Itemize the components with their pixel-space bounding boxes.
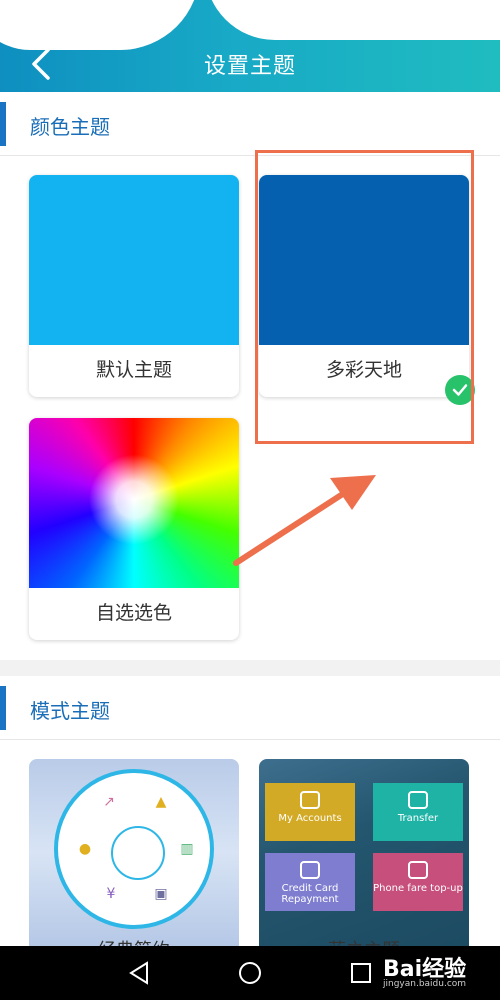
gold-icon: ▲ (155, 794, 167, 810)
section-accent-bar (0, 102, 6, 146)
section-title: 颜色主题 (30, 115, 110, 139)
square-recent-icon (351, 963, 371, 983)
theme-label: 默认主题 (95, 359, 172, 381)
image-icon: ▣ (154, 886, 168, 902)
watermark-url: jingyan.baidu.com (383, 979, 467, 989)
trend-icon: ↗ (103, 794, 115, 810)
search-icon (300, 791, 320, 809)
theme-card-default[interactable]: 默认主题 (29, 175, 239, 397)
app-header: 设置主题 (0, 0, 500, 92)
theme-swatch (29, 175, 239, 345)
section-header: 颜色主题 (0, 92, 500, 156)
theme-card-custom[interactable]: 自选选色 (29, 418, 239, 640)
page-title: 设置主题 (203, 54, 296, 79)
highlight-box (255, 150, 474, 444)
triangle-back-icon (129, 961, 148, 985)
mode-card-blue[interactable]: My Accounts Transfer Credit Card Repayme… (259, 759, 469, 946)
menu-ring-preview: ↗ ▲ ● ▥ ¥ ▣ (54, 769, 214, 929)
tile-transfer: Transfer (373, 783, 463, 841)
transfer-icon (408, 791, 428, 809)
header-decoration (205, 0, 500, 40)
nav-recent-button[interactable] (348, 960, 374, 986)
tile-my-accounts: My Accounts (265, 783, 355, 841)
tile-label: Credit Card Repayment (281, 883, 339, 905)
tile-credit-card: Credit Card Repayment (265, 853, 355, 911)
tile-label: My Accounts (278, 813, 342, 824)
tile-label: Phone fare top-up (373, 883, 463, 894)
card-icon (300, 861, 320, 879)
circle-home-icon (239, 962, 261, 984)
phone-icon (408, 861, 428, 879)
section-header: 模式主题 (0, 676, 500, 740)
section-accent-bar (0, 686, 6, 730)
currency-icon: ¥ (106, 886, 116, 902)
mode-card-classic[interactable]: ↗ ▲ ● ▥ ¥ ▣ (29, 759, 239, 946)
coins-icon: ● (78, 841, 92, 857)
system-nav-bar: Bai经验 jingyan.baidu.com (0, 946, 500, 1000)
header-decoration (0, 0, 200, 50)
nav-home-button[interactable] (237, 960, 263, 986)
section-title: 模式主题 (30, 699, 110, 723)
tile-label: Transfer (397, 813, 439, 824)
chart-icon: ▥ (180, 841, 194, 857)
theme-label: 自选选色 (95, 602, 172, 624)
ring-center (111, 826, 165, 880)
nav-back-button[interactable] (127, 960, 153, 986)
mode-theme-section: 模式主题 ↗ ▲ ● ▥ ¥ ▣ My Accounts Transfer Cr… (0, 676, 500, 946)
tile-phone-fare: Phone fare top-up (373, 853, 463, 911)
color-wheel (29, 418, 239, 588)
